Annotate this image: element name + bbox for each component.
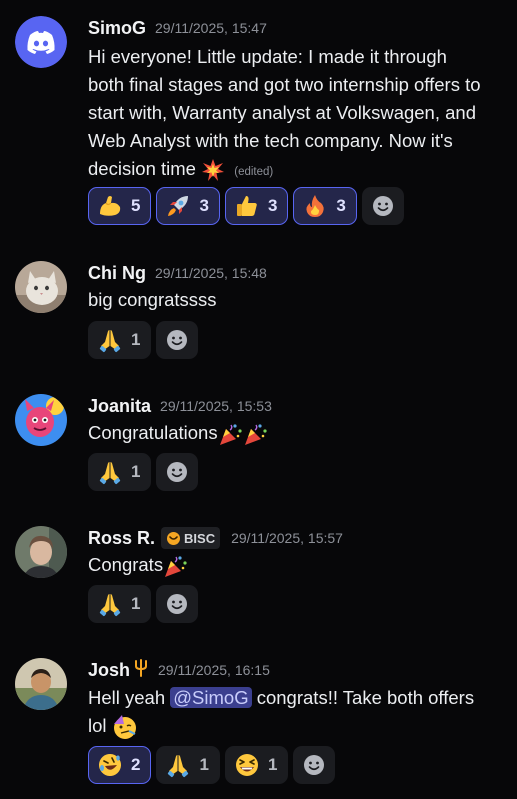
author-name[interactable]: Ross R. <box>88 528 155 549</box>
reaction-grinning-squinting[interactable]: 1 <box>224 746 289 784</box>
reaction-count: 3 <box>199 196 209 215</box>
message-text: Congrats <box>88 554 164 575</box>
person-photo-icon <box>15 658 67 710</box>
message-text: big congratssss <box>88 289 217 310</box>
smiley-add-icon <box>167 594 188 614</box>
reactions-bar: 5 3 3 3 <box>88 187 404 225</box>
author-name[interactable]: Joanita <box>88 396 151 417</box>
fire-icon <box>306 195 325 217</box>
party-popper-icon <box>243 422 268 447</box>
message-body: big congratssss <box>88 286 488 314</box>
smiley-add-icon <box>372 196 393 216</box>
reactions-bar: 2 1 1 <box>88 746 336 784</box>
reaction-folded-hands[interactable]: 1 <box>88 453 152 491</box>
message-body: Congrats <box>88 551 488 579</box>
cartoon-avatar-icon <box>15 394 67 446</box>
smiley-add-icon <box>304 755 325 775</box>
reactions-bar: 1 <box>88 321 199 359</box>
add-reaction-button[interactable] <box>156 585 199 623</box>
cat-photo-icon <box>15 261 67 313</box>
reactions-bar: 1 <box>88 453 199 491</box>
message-timestamp: 29/11/2025, 15:48 <box>155 265 267 281</box>
message-text: Congratulations <box>88 422 218 443</box>
message-text: Hi everyone! Little update: I made it th… <box>88 46 481 179</box>
folded-hands-icon <box>99 462 121 485</box>
rolling-laughing-icon <box>99 754 121 776</box>
discord-logo-icon <box>15 16 67 68</box>
add-reaction-button[interactable] <box>156 321 199 359</box>
author-name[interactable]: Chi Ng <box>88 263 146 284</box>
reaction-count: 1 <box>131 330 141 349</box>
reaction-count: 5 <box>131 196 141 215</box>
reaction-flexed-biceps[interactable]: 5 <box>88 187 152 225</box>
reaction-rocket[interactable]: 3 <box>156 187 220 225</box>
partying-face-icon <box>112 714 138 740</box>
avatar-josh[interactable] <box>15 658 67 710</box>
reaction-thumbs-up[interactable]: 3 <box>224 187 289 225</box>
reaction-folded-hands[interactable]: 1 <box>88 321 152 359</box>
rocket-icon <box>168 196 189 216</box>
reaction-folded-hands[interactable]: 1 <box>88 585 152 623</box>
party-popper-icon <box>218 422 243 447</box>
folded-hands-icon <box>168 755 189 778</box>
author-name[interactable]: SimoG <box>88 18 146 39</box>
reaction-rolling-laughing[interactable]: 2 <box>88 746 152 784</box>
message-timestamp: 29/11/2025, 15:47 <box>155 20 267 36</box>
reaction-fire[interactable]: 3 <box>293 187 357 225</box>
add-reaction-button[interactable] <box>156 453 199 491</box>
reactions-bar: 1 <box>88 585 199 623</box>
add-reaction-button[interactable] <box>293 746 336 784</box>
reaction-count: 1 <box>199 755 209 774</box>
thumbs-up-icon <box>236 196 257 216</box>
message-timestamp: 29/11/2025, 15:53 <box>160 398 272 414</box>
smiley-add-icon <box>167 330 188 350</box>
folded-hands-icon <box>99 330 121 353</box>
reaction-count: 3 <box>336 196 346 215</box>
author-name[interactable]: Josh <box>88 660 130 681</box>
avatar-discord-logo[interactable] <box>15 16 67 68</box>
trident-icon <box>133 658 149 682</box>
badge-icon <box>167 531 181 545</box>
edited-label: (edited) <box>234 166 274 178</box>
folded-hands-icon <box>99 594 121 617</box>
message-timestamp: 29/11/2025, 16:15 <box>158 662 270 678</box>
avatar-joanita[interactable] <box>15 394 67 446</box>
message-body: Congratulations <box>88 419 488 447</box>
add-reaction-button[interactable] <box>361 187 404 225</box>
message-timestamp: 29/11/2025, 15:57 <box>231 530 343 546</box>
person-photo-icon <box>15 526 67 578</box>
avatar-ross-r[interactable] <box>15 526 67 578</box>
grinning-squinting-icon <box>235 754 258 776</box>
reaction-count: 1 <box>131 462 141 481</box>
collision-icon <box>201 158 225 182</box>
user-mention[interactable]: @SimoG <box>170 687 252 708</box>
reaction-folded-hands[interactable]: 1 <box>156 746 220 784</box>
role-badge-label: BISC <box>184 530 216 546</box>
flexed-biceps-icon <box>100 196 121 216</box>
message-body: Hi everyone! Little update: I made it th… <box>88 43 488 186</box>
avatar-chi-ng[interactable] <box>15 261 67 313</box>
party-popper-icon <box>163 554 188 579</box>
reaction-count: 3 <box>267 196 278 215</box>
role-badge[interactable]: BISC <box>161 527 221 549</box>
reaction-count: 2 <box>131 755 141 774</box>
message-body: Hell yeah @SimoG congrats!! Take both of… <box>88 684 488 740</box>
reaction-count: 1 <box>131 594 141 613</box>
reaction-count: 1 <box>267 755 278 774</box>
message-text-before: Hell yeah <box>88 687 171 708</box>
smiley-add-icon <box>167 462 188 482</box>
